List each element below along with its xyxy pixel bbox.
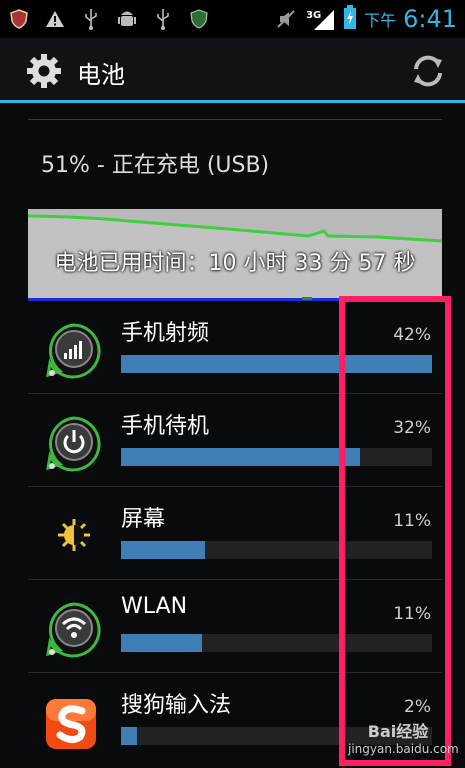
security-icon — [186, 6, 212, 32]
usage-percent: 11% — [393, 511, 431, 531]
refresh-icon[interactable] — [409, 52, 447, 90]
usage-bar — [121, 727, 432, 745]
battery-usage-time: 电池已用时间：10 小时 33 分 57 秒 — [54, 251, 416, 276]
mute-icon — [273, 6, 299, 32]
divider — [28, 119, 442, 120]
time-prefix: 下午 — [364, 11, 397, 30]
usage-bar — [121, 634, 432, 652]
usage-label: 搜狗输入法 — [121, 693, 232, 718]
usage-percent: 11% — [393, 604, 431, 624]
usage-bar-fill — [121, 541, 205, 559]
usage-bar-fill — [121, 727, 137, 745]
cell-signal-icon — [44, 321, 104, 381]
page-title: 电池 — [77, 61, 125, 89]
usage-bar-fill — [121, 634, 202, 652]
usage-label: 屏幕 — [121, 507, 166, 532]
usage-bar — [121, 355, 432, 373]
usage-label: WLAN — [121, 594, 188, 619]
usage-row-standby[interactable]: 手机待机 32% — [0, 394, 465, 487]
warning-icon — [42, 6, 68, 32]
graph-charging-marker — [302, 297, 312, 300]
brightness-icon — [44, 507, 104, 567]
usb-icon — [78, 6, 104, 32]
wifi-icon — [44, 600, 104, 660]
usage-row-screen[interactable]: 屏幕 11% — [0, 487, 465, 580]
usage-row-radio[interactable]: 手机射频 42% — [0, 301, 465, 394]
usage-row-wlan[interactable]: WLAN 11% — [0, 580, 465, 673]
usage-bar — [121, 541, 432, 559]
status-bar: 3G 下午 6:41 — [0, 0, 465, 38]
usage-bar-fill — [121, 355, 432, 373]
usage-bar — [121, 448, 432, 466]
signal-icon: 3G — [306, 6, 336, 32]
power-icon — [44, 414, 104, 474]
usage-percent: 2% — [404, 697, 431, 717]
battery-history-graph[interactable]: 电池已用时间：10 小时 33 分 57 秒 — [28, 209, 442, 299]
usage-bar-fill — [121, 448, 361, 466]
battery-charging-icon — [343, 5, 357, 33]
gear-icon[interactable] — [25, 52, 63, 90]
android-debug-icon — [114, 6, 140, 32]
battery-summary: 51% - 正在充电 (USB) — [41, 153, 270, 178]
usage-label: 手机待机 — [121, 414, 210, 439]
clock: 6:41 — [403, 5, 457, 33]
action-bar: 电池 — [0, 38, 465, 103]
battery-content: 51% - 正在充电 (USB) 电池已用时间：10 小时 33 分 57 秒 … — [0, 103, 465, 768]
usb-icon — [150, 6, 176, 32]
sogou-app-icon — [44, 693, 104, 753]
usage-percent: 42% — [393, 325, 431, 345]
usage-label: 手机射频 — [121, 321, 210, 346]
usage-percent: 32% — [393, 418, 431, 438]
usage-row-sogou[interactable]: 搜狗输入法 2% — [0, 673, 465, 766]
app-shield-icon — [6, 6, 32, 32]
